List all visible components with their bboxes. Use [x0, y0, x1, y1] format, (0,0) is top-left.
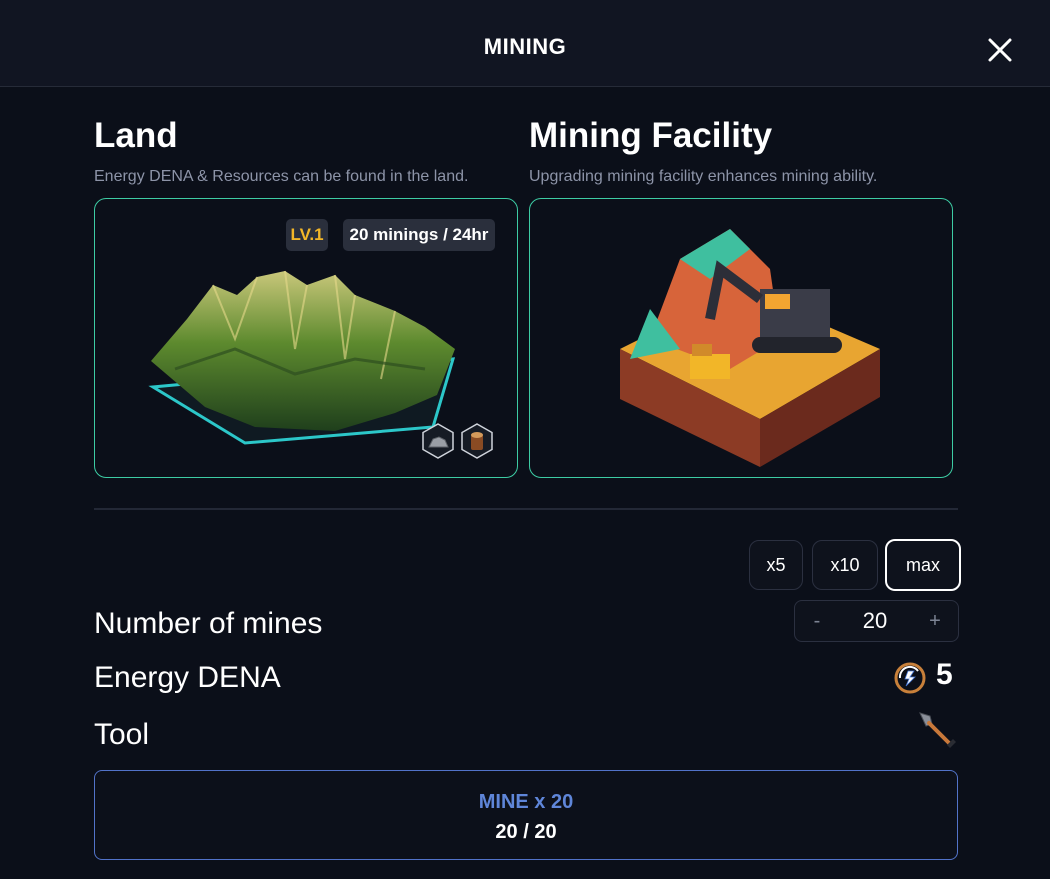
mines-value[interactable]: 20 [845, 601, 905, 641]
shovel-icon [919, 712, 956, 748]
tool-label: Tool [94, 718, 150, 751]
modal-header: MINING [0, 0, 1050, 87]
increment-button[interactable]: + [921, 601, 949, 641]
stone-icon [422, 423, 454, 459]
energy-value: 5 [936, 658, 953, 691]
facility-card [529, 198, 953, 478]
max-button[interactable]: max [885, 539, 961, 591]
facility-illustration [620, 229, 880, 467]
mines-label: Number of mines [94, 607, 323, 640]
mine-button-label: MINE x 20 [478, 791, 574, 813]
x10-button[interactable]: x10 [812, 540, 878, 590]
mine-progress: 20 / 20 [495, 821, 557, 843]
energy-label: Energy DENA [94, 661, 281, 694]
modal-title: MINING [483, 34, 567, 59]
wood-icon [461, 423, 493, 459]
x5-button[interactable]: x5 [749, 540, 803, 590]
mines-stepper: - 20 + [794, 600, 959, 642]
section-divider [94, 508, 958, 510]
close-icon[interactable] [984, 34, 1016, 66]
minings-badge: 20 minings / 24hr [343, 219, 495, 251]
land-description: Energy DENA & Resources can be found in … [94, 168, 469, 185]
mine-button[interactable]: MINE x 20 20 / 20 [94, 770, 958, 860]
land-title: Land [94, 116, 178, 155]
facility-title: Mining Facility [529, 116, 773, 155]
energy-dena-icon [894, 662, 926, 694]
facility-description: Upgrading mining facility enhances minin… [529, 168, 878, 185]
level-badge: LV.1 [286, 219, 328, 251]
decrement-button[interactable]: - [803, 601, 831, 641]
